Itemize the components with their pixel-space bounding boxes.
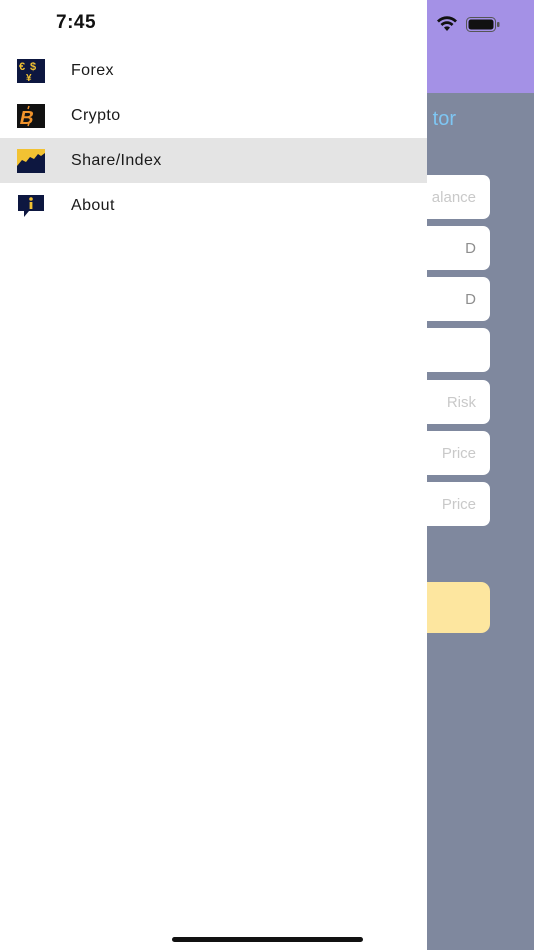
menu-label-share-index: Share/Index bbox=[71, 151, 162, 169]
field-placeholder: alance bbox=[431, 188, 476, 206]
battery-icon bbox=[466, 17, 500, 32]
field-placeholder: Price bbox=[441, 495, 476, 513]
field-value: D bbox=[465, 239, 476, 257]
svg-text:€: € bbox=[19, 61, 25, 73]
info-icon bbox=[18, 194, 44, 217]
menu-item-forex[interactable]: € $ ¥ Forex bbox=[0, 48, 427, 93]
svg-text:$: $ bbox=[30, 61, 36, 73]
home-indicator[interactable] bbox=[172, 937, 363, 942]
menu-label-about: About bbox=[71, 196, 115, 214]
bitcoin-icon: B bbox=[17, 103, 45, 128]
svg-text:¥: ¥ bbox=[26, 73, 32, 83]
menu-label-crypto: Crypto bbox=[71, 106, 121, 124]
field-placeholder: Price bbox=[441, 444, 476, 462]
forex-icon: € $ ¥ bbox=[17, 58, 45, 83]
field-placeholder: Risk bbox=[446, 393, 476, 411]
menu-item-share-index[interactable]: Share/Index bbox=[0, 138, 427, 183]
chart-icon bbox=[17, 148, 45, 173]
menu-label-forex: Forex bbox=[71, 61, 114, 79]
status-time: 7:45 bbox=[56, 12, 97, 33]
menu-item-about[interactable]: About bbox=[0, 183, 427, 228]
menu-item-crypto[interactable]: B Crypto bbox=[0, 93, 427, 138]
field-value: D bbox=[465, 290, 476, 308]
wifi-icon bbox=[437, 16, 457, 31]
navigation-drawer: 7:45 € $ ¥ Forex B Crypto Share/Index Ab… bbox=[0, 0, 427, 950]
